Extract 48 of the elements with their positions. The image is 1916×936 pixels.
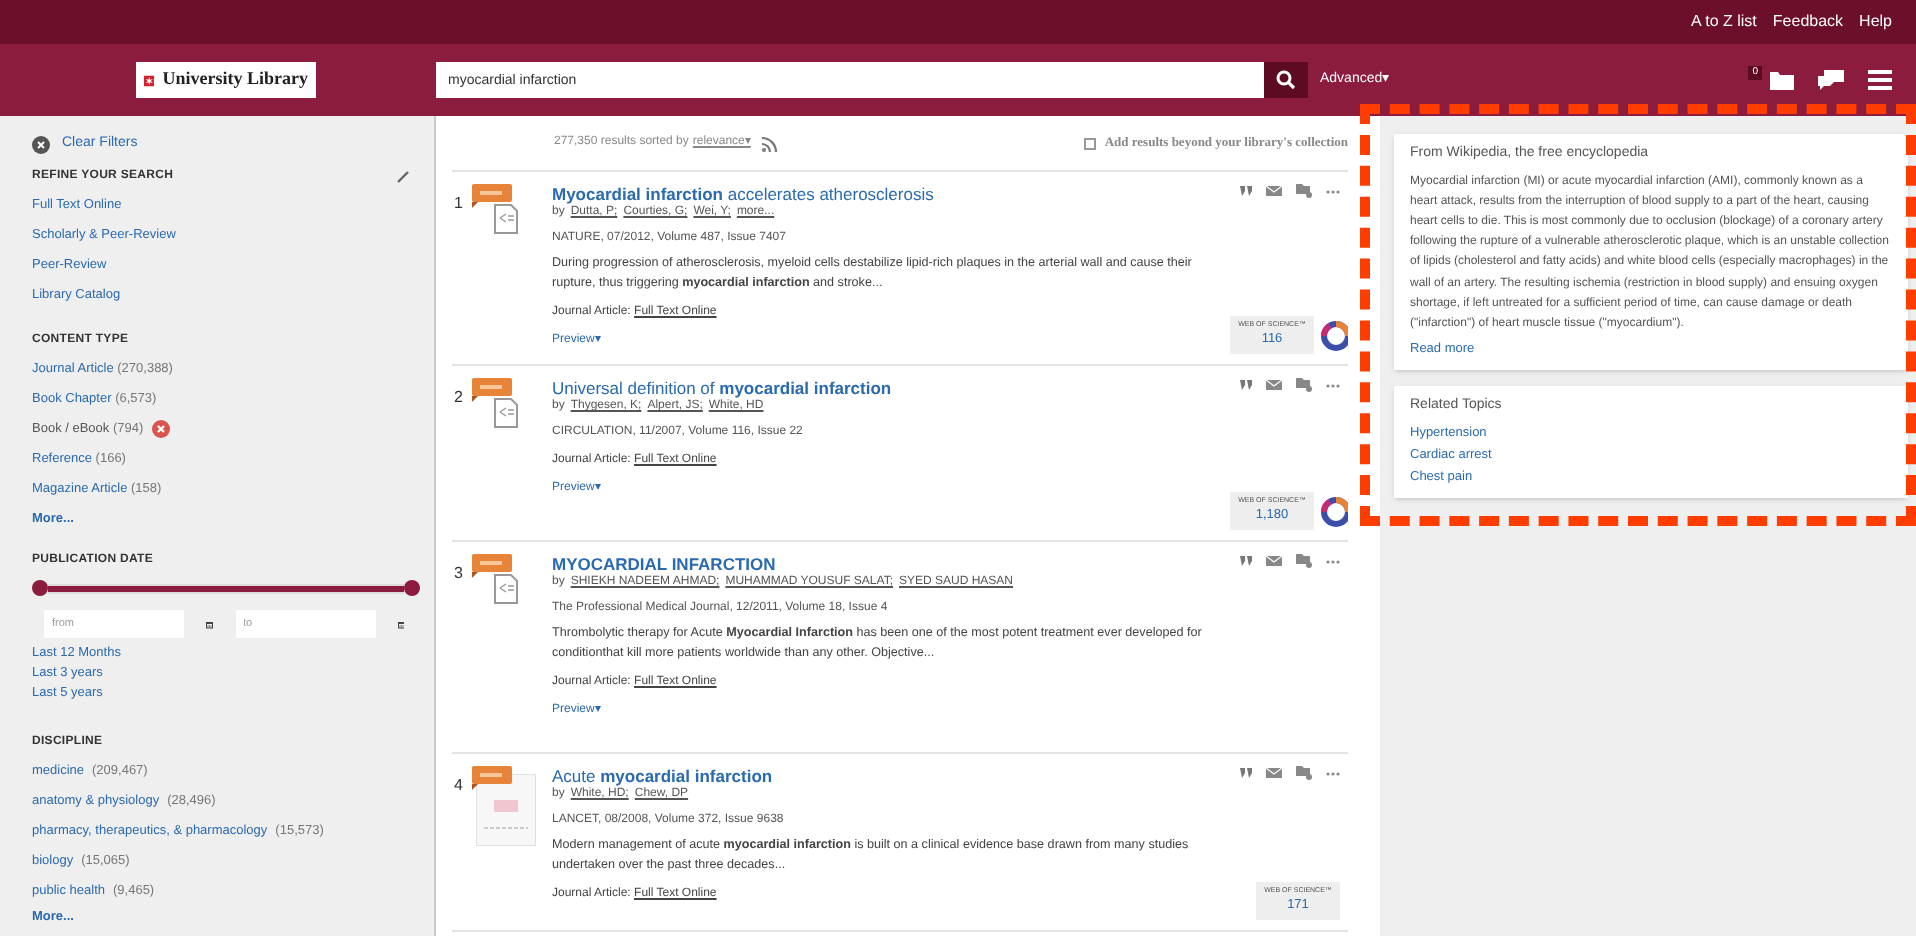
library-logo[interactable]: University Library — [136, 62, 316, 98]
slider-handle[interactable] — [32, 580, 48, 596]
ring-score-icon[interactable] — [1320, 320, 1348, 352]
document-icon — [494, 398, 518, 428]
clear-icon[interactable] — [32, 135, 50, 153]
quote-icon[interactable] — [1240, 186, 1252, 196]
label-tag-icon — [472, 554, 512, 578]
email-icon[interactable] — [1266, 380, 1282, 390]
article-cover-thumbnail — [476, 774, 536, 846]
label-tag-icon — [472, 184, 512, 208]
quote-icon[interactable] — [1240, 768, 1252, 778]
quote-icon[interactable] — [1240, 556, 1252, 566]
remove-filter-icon[interactable] — [151, 420, 170, 438]
slider-handle[interactable] — [404, 580, 420, 596]
label-tag-icon — [472, 378, 512, 402]
quote-icon[interactable] — [1240, 380, 1252, 390]
chat-bubbles-icon[interactable] — [1818, 69, 1844, 91]
top-link[interactable]: A to Z list — [1691, 10, 1757, 34]
folder-add-icon[interactable] — [1296, 378, 1312, 392]
top-link[interactable]: Feedback — [1772, 10, 1844, 34]
document-icon — [494, 204, 518, 234]
checkbox[interactable] — [1084, 137, 1097, 149]
email-icon[interactable] — [1266, 186, 1282, 196]
email-icon[interactable] — [1266, 556, 1282, 566]
search-button[interactable] — [1264, 62, 1308, 98]
email-icon[interactable] — [1266, 768, 1282, 778]
document-icon — [494, 574, 518, 604]
folder-add-icon[interactable] — [1296, 766, 1312, 780]
folder-icon[interactable] — [1770, 70, 1794, 90]
label-tag-icon — [472, 766, 512, 790]
result-number: 3 — [452, 562, 465, 586]
folder-add-icon[interactable] — [1296, 184, 1312, 198]
rss-icon[interactable] — [762, 135, 779, 151]
calendar-icon[interactable] — [206, 617, 213, 631]
result-title-link[interactable]: MYOCARDIAL INFARCTION — [552, 554, 776, 574]
result-title-link[interactable]: Acute myocardial infarction — [552, 766, 773, 786]
calendar-icon[interactable] — [397, 617, 404, 631]
result-number: 2 — [452, 386, 465, 410]
result-number: 1 — [452, 192, 465, 216]
ring-score-icon[interactable] — [1320, 496, 1348, 528]
search-icon — [1276, 70, 1296, 90]
top-link[interactable]: Help — [1859, 10, 1892, 34]
result-number: 4 — [452, 774, 465, 798]
folder-add-icon[interactable] — [1296, 554, 1312, 568]
pencil-icon[interactable] — [396, 169, 410, 183]
result-title-link[interactable]: Universal definition of myocardial infarction — [552, 378, 892, 398]
menu-icon[interactable] — [1868, 70, 1892, 90]
result-title-link[interactable]: Myocardial infarction accelerates atherosclerosis — [552, 184, 934, 204]
